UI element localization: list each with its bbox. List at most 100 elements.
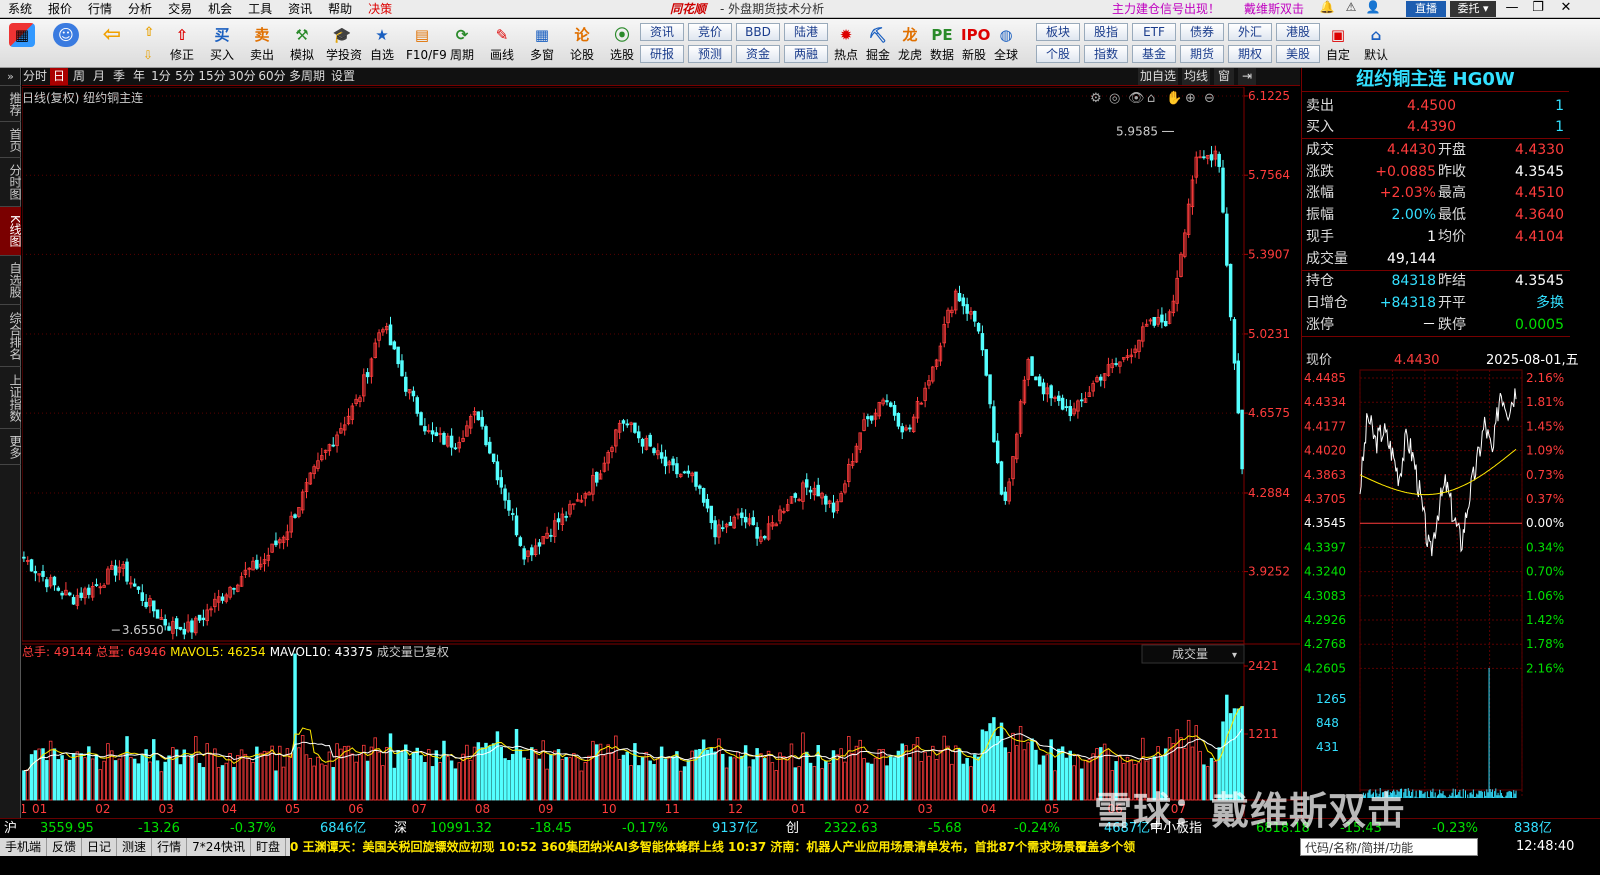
tab-quotes[interactable]: 行情 [152, 838, 188, 856]
eye-icon[interactable]: 👁 [1128, 91, 1145, 106]
toolbar-button-toolbar-buttons2-1[interactable]: ⛏ 掘金 [862, 21, 894, 67]
sidebar-item-3[interactable]: K线图 [0, 207, 22, 256]
toolbar-button-toolbar-buttons-3[interactable]: ⚒ 模拟 [286, 21, 318, 67]
period-tab-10[interactable]: 60分 [258, 68, 286, 85]
tag2-bottom-3[interactable]: 期货 [1180, 45, 1224, 63]
period-tab-7[interactable]: 5分 [174, 68, 196, 85]
tab-speedtest[interactable]: 测速 [117, 838, 153, 856]
menu-analysis[interactable]: 分析 [120, 0, 160, 18]
period-tab-0[interactable]: 分时 [22, 68, 48, 85]
period-right-1[interactable]: 均线 [1182, 68, 1210, 85]
tag-hk-connect[interactable]: 陆港 [784, 23, 828, 41]
close-icon[interactable]: ✕ [1554, 0, 1578, 15]
menu-quote[interactable]: 报价 [40, 0, 80, 18]
period-tab-1[interactable]: 日 [50, 68, 68, 85]
sidebar-item-7[interactable]: 更多 [0, 429, 22, 465]
zoom-in-icon[interactable]: ⊕ [1185, 91, 1196, 106]
tag2-bottom-0[interactable]: 个股 [1036, 45, 1080, 63]
menu-news[interactable]: 资讯 [280, 0, 320, 18]
sidebar-item-0[interactable]: 推荐 [0, 86, 22, 122]
menu-system[interactable]: 系统 [0, 0, 40, 18]
toolbar-button-toolbar-buttons-5[interactable]: ★ 自选 [366, 21, 398, 67]
minimize-icon[interactable]: — [1500, 0, 1524, 15]
delegate-button[interactable]: 委托 ▾ [1450, 1, 1496, 17]
sidebar-item-4[interactable]: 自选股 [0, 256, 22, 305]
kline-chart[interactable]: 6.1225 5.7564 5.3907 5.0231 4.6575 4.2884 3.92… [22, 87, 1300, 817]
period-right-0[interactable]: 加自选 [1138, 68, 1178, 85]
tab-mobile[interactable]: 手机端 [0, 838, 48, 856]
tab-watch[interactable]: 盯盘 [251, 838, 286, 856]
menu-help[interactable]: 帮助 [320, 0, 360, 18]
back-button[interactable]: ⇦ [96, 21, 128, 67]
home-grid-button[interactable]: ▦ [6, 21, 38, 67]
tag2-bottom-2[interactable]: 基金 [1132, 45, 1176, 63]
tab-news-flash[interactable]: 7*24快讯 [187, 838, 251, 856]
toolbar-button-toolbar-buttons-8[interactable]: ✎ 画线 [486, 21, 518, 67]
sidebar-item-2[interactable]: 分时图 [0, 158, 22, 207]
toolbar-button-toolbar-buttons-4[interactable]: 🎓 学投资 [326, 21, 362, 67]
sidebar-item-1[interactable]: 首页 [0, 122, 22, 158]
toolbar-button-toolbar-buttons3-1[interactable]: ⌂ 默认 [1360, 21, 1392, 67]
tag-auction[interactable]: 竞价 [688, 23, 732, 41]
warning-icon[interactable]: ⚠ [1342, 0, 1360, 18]
tag2-top-1[interactable]: 股指 [1084, 23, 1128, 41]
period-tab-11[interactable]: 多周期 [288, 68, 326, 85]
period-tab-3[interactable]: 月 [90, 68, 108, 85]
sidebar-item-6[interactable]: 上证指数 [0, 367, 22, 429]
sidebar-collapse-icon[interactable]: » [0, 68, 21, 86]
period-tab-4[interactable]: 季 [110, 68, 128, 85]
toolbar-button-toolbar-buttons2-4[interactable]: IPO 新股 [958, 21, 990, 67]
period-tab-8[interactable]: 15分 [198, 68, 226, 85]
period-tab-6[interactable]: 1分 [150, 68, 172, 85]
toolbar-button-toolbar-buttons2-5[interactable]: ◍ 全球 [990, 21, 1022, 67]
zoom-out-icon[interactable]: ⊖ [1204, 91, 1215, 106]
toolbar-button-toolbar-buttons-9[interactable]: ▦ 多窗 [526, 21, 558, 67]
tag-margin[interactable]: 两融 [784, 45, 828, 63]
news-ticker[interactable]: 0 王渊谭天：美国关税回旋镖效应初现 10:52 360集团纳米AI多智能体蜂群… [290, 838, 1290, 856]
cy-value[interactable]: 2322.63 [824, 819, 878, 838]
menu-tools[interactable]: 工具 [240, 0, 280, 18]
menu-opportunity[interactable]: 机会 [200, 0, 240, 18]
promo-link-2[interactable]: 戴维斯双击 [1244, 0, 1304, 17]
target-icon[interactable]: ◎ [1109, 91, 1120, 106]
sidebar-item-5[interactable]: 综合排名 [0, 305, 22, 367]
tab-feedback[interactable]: 反馈 [47, 838, 83, 856]
tag2-top-2[interactable]: ETF [1132, 23, 1176, 41]
tag-news[interactable]: 资讯 [640, 23, 684, 41]
tag-bbd[interactable]: BBD [736, 23, 780, 41]
period-tab-2[interactable]: 周 [70, 68, 88, 85]
tag-funds[interactable]: 资金 [736, 45, 780, 63]
toolbar-button-toolbar-buttons-2[interactable]: 卖卖出 [246, 21, 278, 67]
tag2-top-4[interactable]: 外汇 [1228, 23, 1272, 41]
up-down-button[interactable]: ⇧ ⇩ [136, 21, 160, 67]
toolbar-button-toolbar-buttons-11[interactable]: ⦿ 选股 [606, 21, 638, 67]
tag2-top-3[interactable]: 债券 [1180, 23, 1224, 41]
toolbar-button-toolbar-buttons-1[interactable]: 买买入 [206, 21, 238, 67]
live-button[interactable]: 直播 [1406, 1, 1446, 17]
toolbar-button-toolbar-buttons2-3[interactable]: PE 数据 [926, 21, 958, 67]
hand-icon[interactable]: ✋ [1166, 90, 1182, 106]
user-icon[interactable]: 👤 [1364, 0, 1382, 18]
settings-icon[interactable]: ⚙ [1090, 91, 1102, 106]
toolbar-button-toolbar-buttons-7[interactable]: ⟳ 周期 [446, 21, 478, 67]
intraday-chart[interactable]: 4.4485 2.16% 4.4334 1.81% 4.4177 1.45% 4.4020 1… [1302, 348, 1570, 818]
period-tab-5[interactable]: 年 [130, 68, 148, 85]
period-right-2[interactable]: 窗 [1214, 68, 1234, 85]
period-right-3[interactable]: ⇥ [1238, 68, 1256, 85]
sz-value[interactable]: 10991.32 [430, 819, 492, 838]
menu-market[interactable]: 行情 [80, 0, 120, 18]
tab-diary[interactable]: 日记 [82, 838, 118, 856]
bell-icon[interactable]: 🔔 [1318, 0, 1336, 18]
menu-trade[interactable]: 交易 [160, 0, 200, 18]
toolbar-button-toolbar-buttons2-0[interactable]: ✹ 热点 [830, 21, 862, 67]
toolbar-button-toolbar-buttons-6[interactable]: ▤ F10/F9 [406, 21, 447, 67]
tag2-bottom-1[interactable]: 指数 [1084, 45, 1128, 63]
sh-value[interactable]: 3559.95 [40, 819, 94, 838]
toolbar-button-toolbar-buttons3-0[interactable]: ▣ 自定 [1322, 21, 1354, 67]
tag2-bottom-5[interactable]: 美股 [1276, 45, 1320, 63]
tag2-top-5[interactable]: 港股 [1276, 23, 1320, 41]
tag-research[interactable]: 研报 [640, 45, 684, 63]
tag2-top-0[interactable]: 板块 [1036, 23, 1080, 41]
toolbar-button-toolbar-buttons2-2[interactable]: 龙龙虎 [894, 21, 926, 67]
restore-icon[interactable]: ❐ [1526, 0, 1550, 15]
